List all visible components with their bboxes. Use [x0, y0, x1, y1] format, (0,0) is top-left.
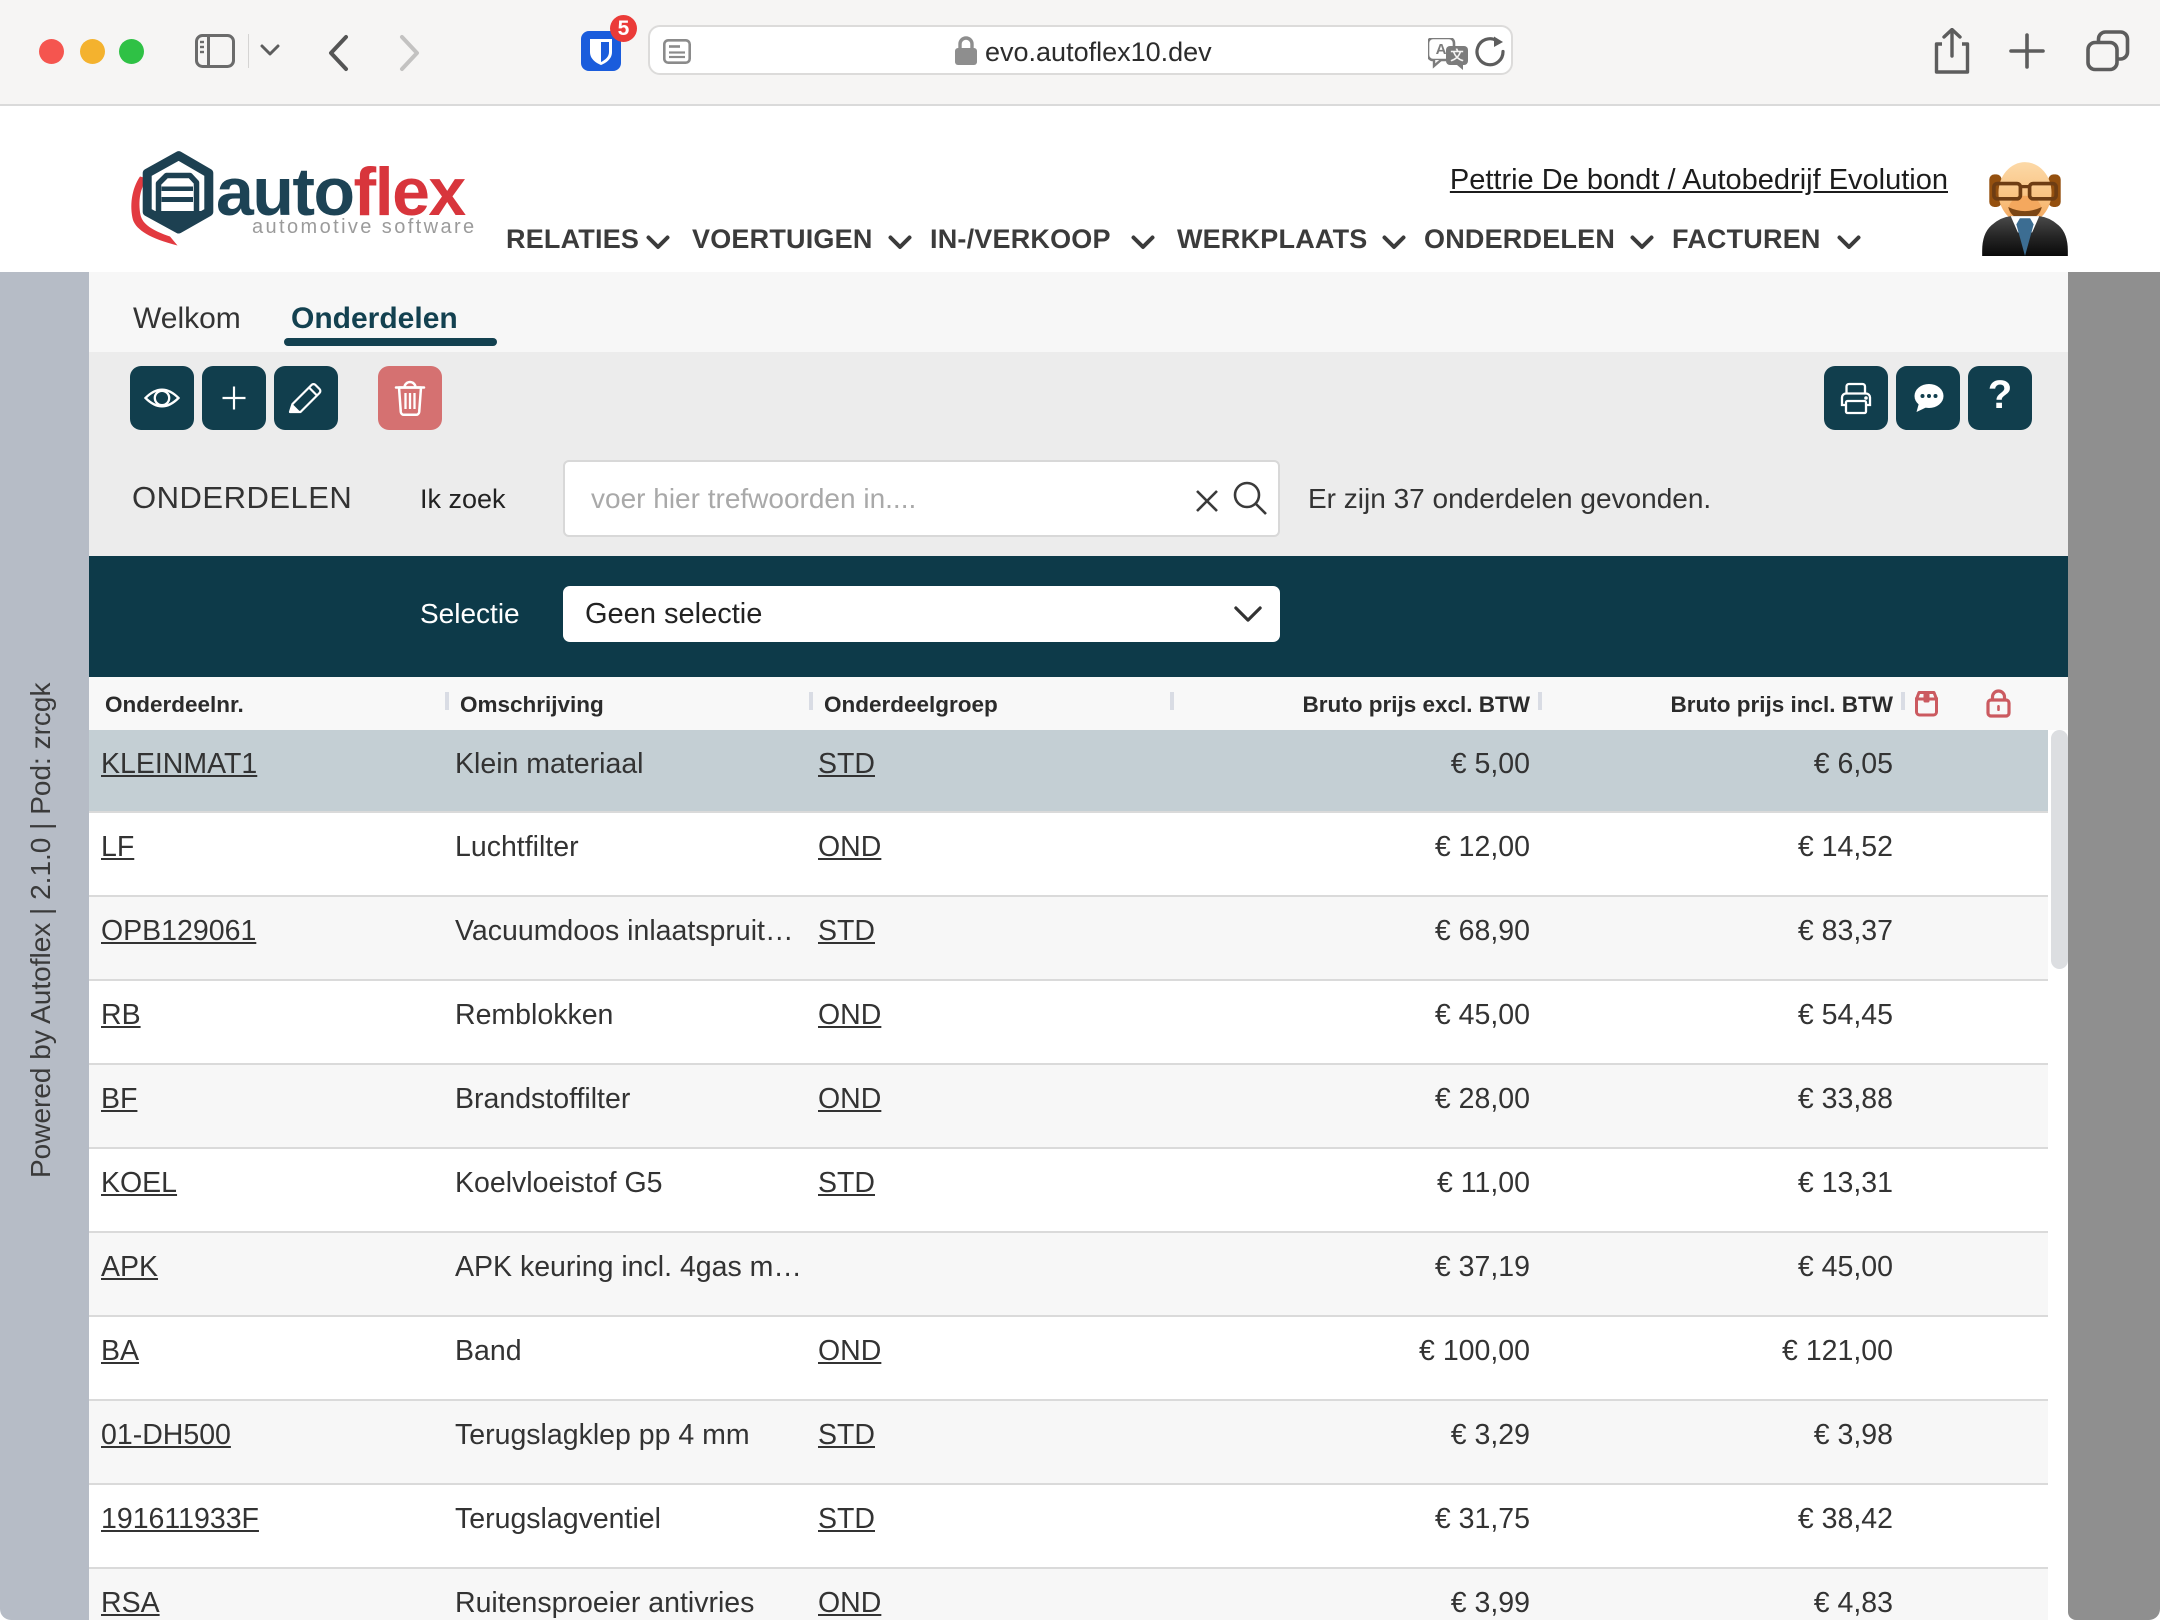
svg-text:文: 文 [1450, 48, 1464, 63]
svg-text:A: A [1436, 41, 1447, 58]
